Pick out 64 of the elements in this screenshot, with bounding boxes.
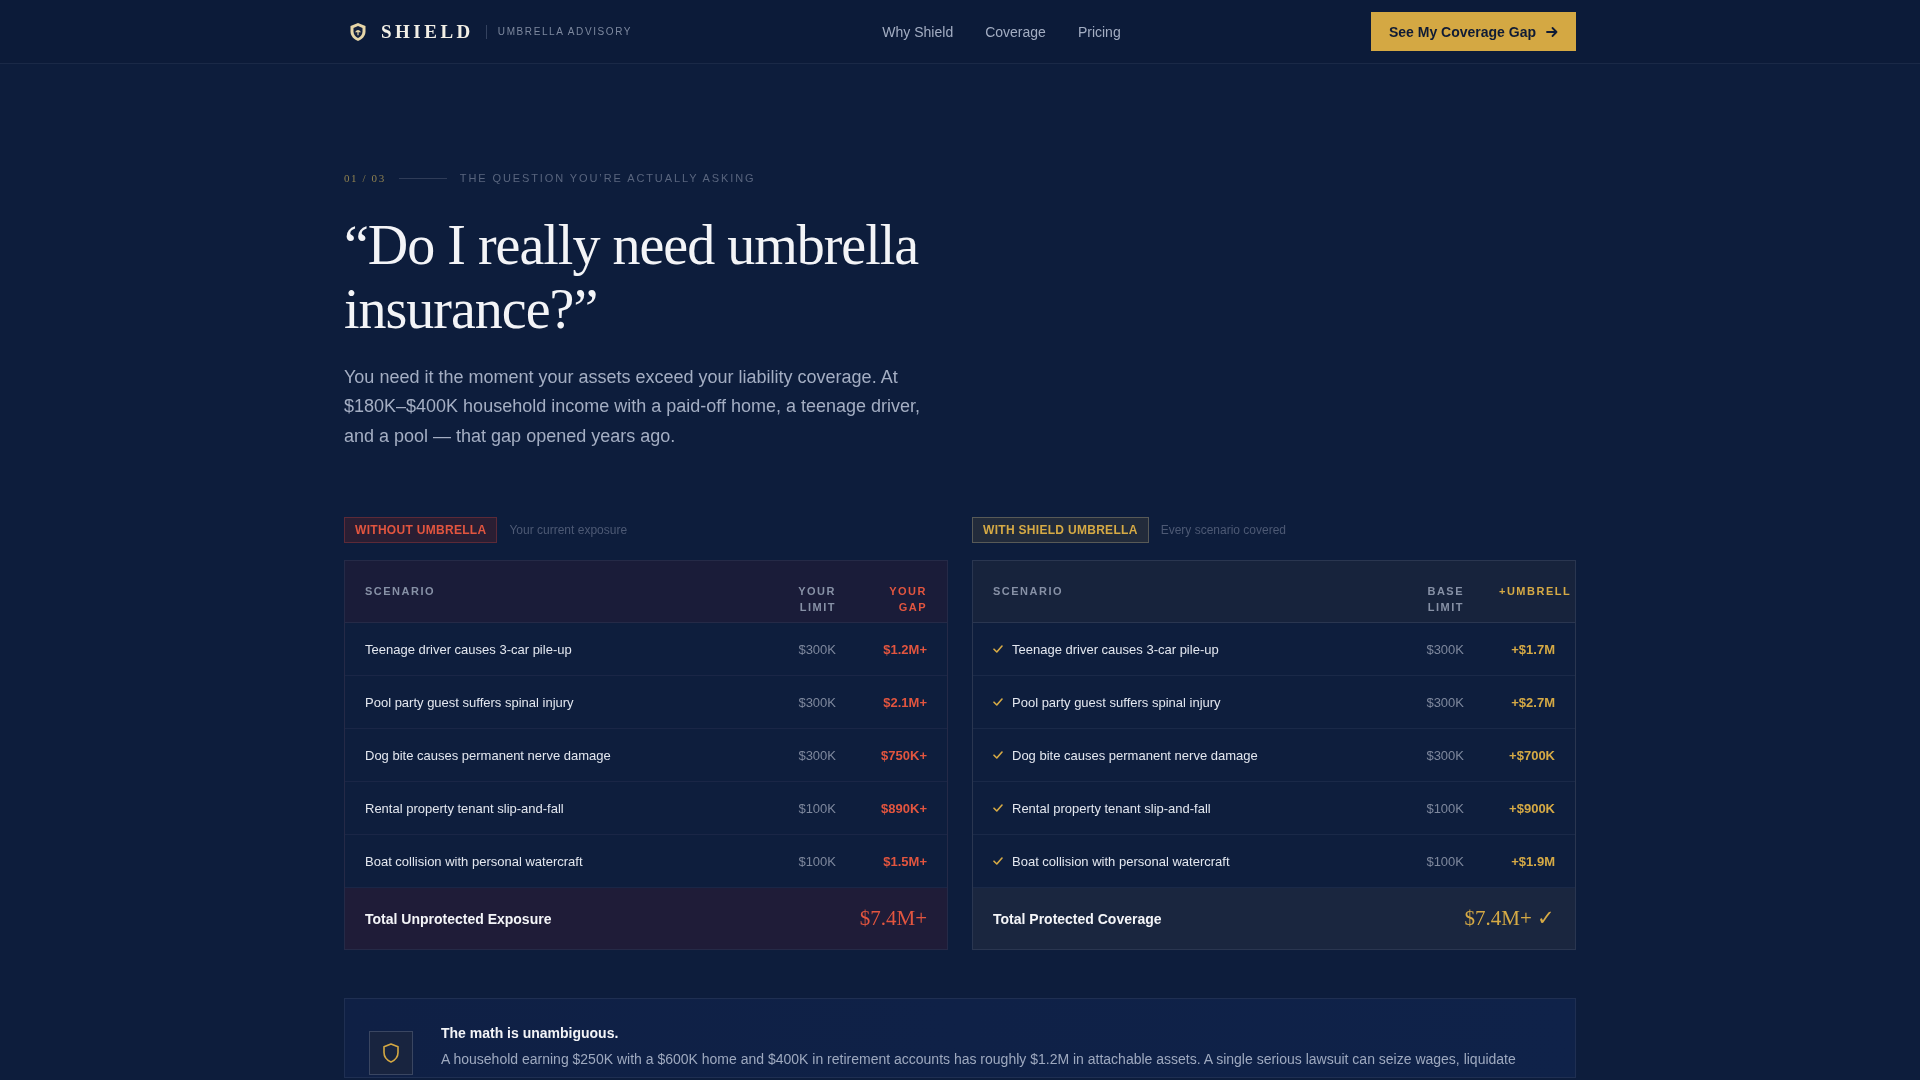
scenario-cell: Boat collision with personal watercraft xyxy=(365,853,583,869)
cta-button[interactable]: See My Coverage Gap xyxy=(1370,12,1576,51)
amount-cell: $1.2M+ xyxy=(883,641,927,657)
callout-title: The math is unambiguous. xyxy=(441,1024,620,1044)
total-value: $7.4M+ xyxy=(859,906,927,932)
brand-name: SHIELD xyxy=(381,20,474,43)
label-note: Every scenario covered xyxy=(1160,523,1287,538)
scenario-cell: Teenage driver causes 3-car pile-up xyxy=(365,641,572,657)
comparison-label: WITHOUT UMBRELLA xyxy=(344,517,498,544)
total-label: Total Unprotected Exposure xyxy=(365,910,552,927)
check-icon xyxy=(993,698,1003,707)
check-icon xyxy=(993,804,1003,813)
intro-paragraph: You need it the moment your assets exceed your liability coverage. At $180K–$400K household income with a paid-off home, a teenage driver, and a pool — that gap opened years ago. xyxy=(344,366,922,448)
callout-text: A household earning $250K with a $600K home and $400K in retirement accounts has roughly $1.2M in attachable assets. A single serious lawsuit can seize wages, liquidate xyxy=(441,1050,1516,1070)
limit-cell: $300K xyxy=(1426,694,1464,710)
amount-cell: +$1.7M xyxy=(1511,641,1555,657)
column-header: SCENARIO xyxy=(365,584,437,600)
amount-cell: $2.1M+ xyxy=(883,694,927,710)
shield-icon xyxy=(369,1031,413,1076)
column-header: YOUR GAP xyxy=(888,584,927,616)
step-counter: 01 / 03 xyxy=(344,171,386,186)
column-header: SCENARIO xyxy=(993,584,1065,600)
label-note: Your current exposure xyxy=(509,523,628,538)
scenario-cell: Pool party guest suffers spinal injury xyxy=(1012,694,1221,710)
limit-cell: $300K xyxy=(798,747,836,763)
check-icon xyxy=(993,645,1003,654)
nav-link[interactable]: Why Shield xyxy=(882,23,954,40)
limit-cell: $100K xyxy=(798,853,836,869)
scenario-cell: Rental property tenant slip-and-fall xyxy=(1012,800,1211,816)
eyebrow-text: THE QUESTION YOU’RE ACTUALLY ASKING xyxy=(459,171,756,186)
nav-link[interactable]: Coverage xyxy=(985,23,1046,40)
amount-cell: $1.5M+ xyxy=(883,853,927,869)
limit-cell: $300K xyxy=(798,641,836,657)
check-icon xyxy=(993,857,1003,866)
page-heading: “Do I really need umbrella insurance?” xyxy=(344,213,920,341)
limit-cell: $300K xyxy=(1426,747,1464,763)
arrow-icon xyxy=(1546,25,1558,38)
brand-tagline: UMBRELLA ADVISORY xyxy=(497,26,633,37)
limit-cell: $300K xyxy=(1426,641,1464,657)
scenario-cell: Dog bite causes permanent nerve damage xyxy=(365,747,611,763)
column-header: +UMBRELL xyxy=(1499,584,1572,600)
amount-cell: $890K+ xyxy=(881,800,927,816)
nav-link[interactable]: Pricing xyxy=(1077,23,1121,40)
amount-cell: +$700K xyxy=(1509,747,1555,763)
limit-cell: $100K xyxy=(1426,853,1464,869)
limit-cell: $100K xyxy=(798,800,836,816)
amount-cell: +$900K xyxy=(1509,800,1555,816)
amount-cell: +$2.7M xyxy=(1511,694,1555,710)
limit-cell: $100K xyxy=(1426,800,1464,816)
scenario-cell: Boat collision with personal watercraft xyxy=(1012,853,1230,869)
amount-cell: $750K+ xyxy=(881,747,927,763)
total-value: $7.4M+ ✓ xyxy=(1464,906,1555,932)
scenario-cell: Rental property tenant slip-and-fall xyxy=(365,800,564,816)
amount-cell: +$1.9M xyxy=(1511,853,1555,869)
column-header: YOUR LIMIT xyxy=(797,584,836,616)
scenario-cell: Teenage driver causes 3-car pile-up xyxy=(1012,641,1219,657)
limit-cell: $300K xyxy=(798,694,836,710)
comparison-label: WITH SHIELD UMBRELLA xyxy=(972,517,1149,544)
check-icon xyxy=(993,751,1003,760)
total-label: Total Protected Coverage xyxy=(993,910,1162,927)
column-header: BASE LIMIT xyxy=(1426,584,1464,616)
scenario-cell: Pool party guest suffers spinal injury xyxy=(365,694,574,710)
shield-icon xyxy=(349,21,367,42)
scenario-cell: Dog bite causes permanent nerve damage xyxy=(1012,747,1258,763)
